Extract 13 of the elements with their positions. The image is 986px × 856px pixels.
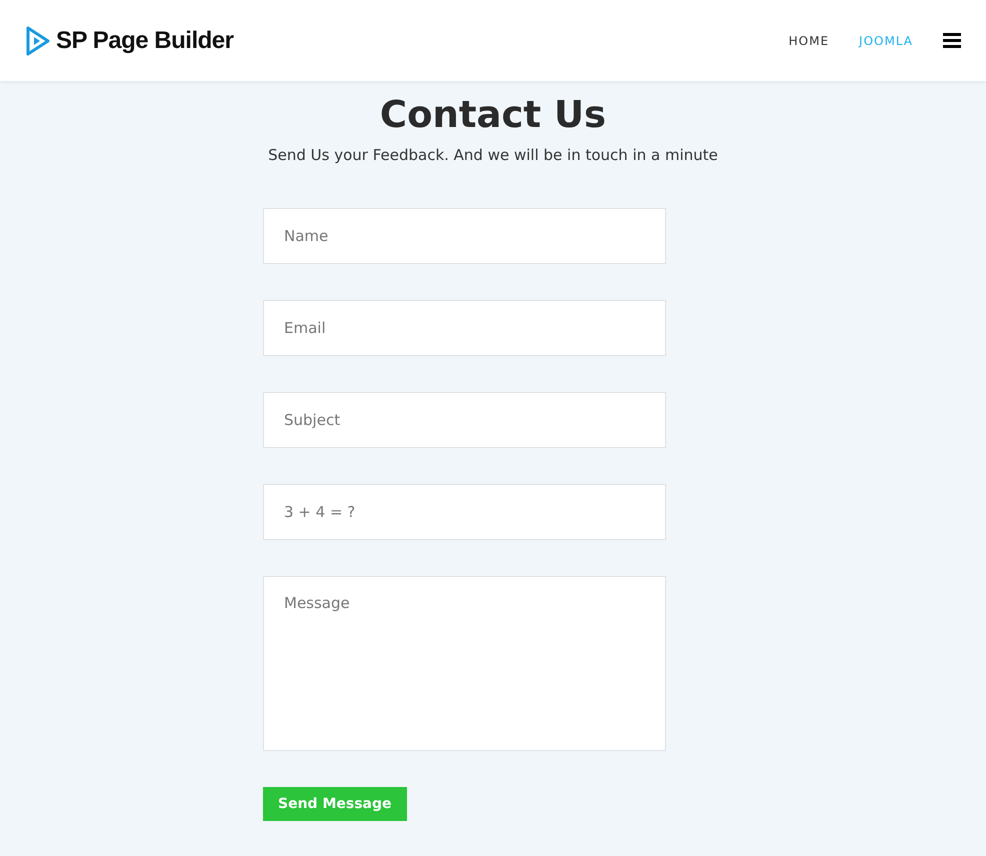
- message-field[interactable]: Message: [263, 576, 666, 751]
- input-field[interactable]: 3 + 4 = ?: [263, 484, 666, 540]
- logo-text: SP Page Builder: [56, 26, 234, 54]
- play-logo-icon: [26, 26, 50, 56]
- nav-link[interactable]: HOME: [788, 34, 830, 48]
- input-field[interactable]: Name: [263, 208, 666, 264]
- send-button[interactable]: Send Message: [263, 787, 406, 821]
- page-title: Contact Us: [380, 93, 606, 136]
- input-field[interactable]: Subject: [263, 392, 666, 448]
- menu-icon[interactable]: [943, 33, 961, 48]
- nav-link[interactable]: JOOMLA: [859, 34, 913, 48]
- input-field[interactable]: Email: [263, 300, 666, 356]
- page-subtitle: Send Us your Feedback. And we will be in touch in a minute: [268, 146, 718, 164]
